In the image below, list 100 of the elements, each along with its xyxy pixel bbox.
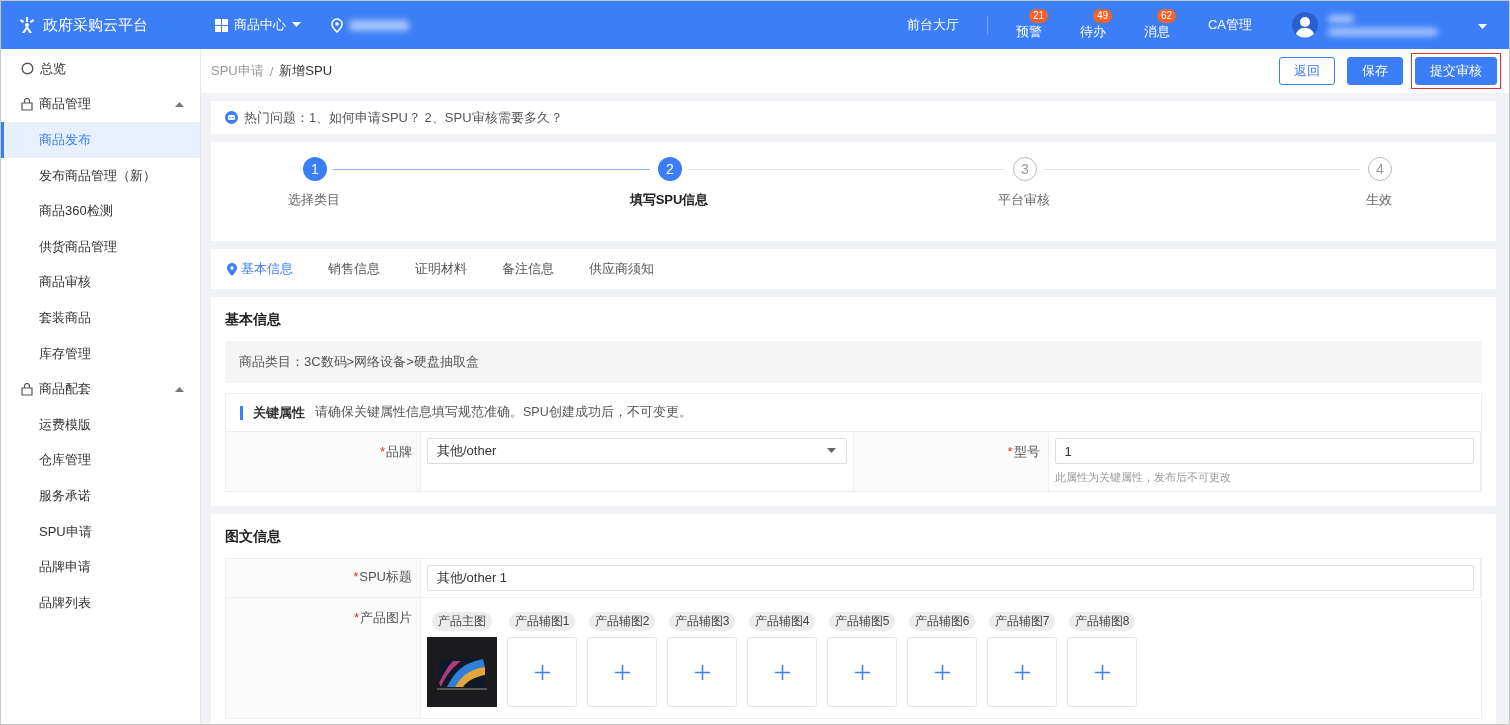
sidebar-item[interactable]: 商品发布 [1,122,200,158]
caret-up-icon [175,101,184,108]
caret-down-icon [1478,23,1487,30]
plus-icon [934,664,950,680]
upload-slot[interactable] [1067,637,1137,707]
breadcrumb-item: 新增SPU [279,62,333,80]
sidebar-item[interactable]: 品牌申请 [1,549,200,585]
nav-link[interactable]: 前台大厅 [906,16,959,34]
circle-icon [21,62,34,76]
nav-link[interactable]: CA管理 [1207,16,1252,34]
plus-icon [1094,664,1110,680]
step-number: 3 [1013,157,1037,181]
sidebar-label: 总览 [40,59,66,78]
plus-icon [1014,664,1030,680]
location-icon[interactable] [331,17,343,33]
plus-icon [534,664,550,680]
action-button[interactable]: 返回 [1279,57,1335,85]
plus-icon [854,664,870,680]
field-label: *SPU标题 [353,568,412,586]
image-slot-label: 产品辅图1 [508,612,576,631]
sidebar-item[interactable]: 商品360检测 [1,193,200,229]
sidebar-item[interactable]: 商品审核 [1,264,200,301]
notice-link[interactable]: 消息 62 [1143,9,1180,47]
plus-icon [694,664,710,680]
field-hint: 此属性为关键属性，发布后不可更改 [1054,470,1232,485]
plus-icon [614,664,630,680]
field-label: *品牌 [379,443,412,461]
key-attributes-note: 请确保关键属性信息填写规范准确。SPU创建成功后，不可变更。 [315,404,692,421]
image-slot-label: 产品辅图7 [988,612,1056,631]
upload-slot[interactable] [587,637,657,707]
category-path: 商品类目：3C数码>网络设备>硬盘抽取盒 [239,353,479,371]
step-label: 平台审核 [997,191,1051,209]
chat-icon [225,111,238,124]
upload-slot[interactable] [907,637,977,707]
step-label: 填写SPU信息 [628,191,710,209]
plus-icon [774,664,790,680]
action-button[interactable]: 提交审核 [1415,57,1497,85]
sidebar-group[interactable]: 商品管理 [1,86,200,123]
caret-down-icon [826,448,836,454]
group-label: 商品管理 [39,95,92,114]
module-menu[interactable]: 商品中心 [215,16,301,34]
upload-slot[interactable] [667,637,737,707]
sidebar-item[interactable]: 库存管理 [1,335,200,372]
brand-select[interactable]: 其他/other [427,438,847,464]
upload-slot[interactable] [827,637,897,707]
upload-slot[interactable] [507,637,577,707]
sidebar-item[interactable]: 发布商品管理（新） [1,157,200,194]
step-label: 选择类目 [287,191,341,209]
section-title: 图文信息 [225,528,282,546]
sidebar-item[interactable]: 总览 [1,51,200,87]
sidebar-item[interactable]: 套装商品 [1,300,200,336]
image-slot-label: 产品辅图2 [588,612,656,631]
section-tab[interactable]: 供应商须知 [589,260,654,278]
avatar-icon[interactable] [1292,12,1318,38]
count-badge: 49 [1092,9,1113,23]
upload-slot[interactable] [747,637,817,707]
image-slot-label: 产品辅图5 [828,612,896,631]
image-slot-label: 产品辅图8 [1068,612,1136,631]
sidebar-item[interactable]: 服务承诺 [1,478,200,514]
key-attributes-title: 关键属性 [253,403,305,422]
step-label: 生效 [1365,191,1393,209]
section-tab[interactable]: 证明材料 [415,260,467,278]
location-icon [227,262,237,276]
section-tab[interactable]: 备注信息 [502,260,554,278]
step-number: 4 [1368,157,1392,181]
sidebar-item[interactable]: 仓库管理 [1,442,200,479]
count-badge: 62 [1156,9,1177,23]
logo-icon [19,17,35,33]
step-number: 2 [658,157,682,181]
sidebar-item[interactable]: 供货商品管理 [1,228,200,265]
field-label: *型号 [1007,443,1040,461]
caret-down-icon [292,22,301,28]
image-slot-label: 产品辅图4 [748,612,816,631]
sidebar-group[interactable]: 商品配套 [1,371,200,407]
count-badge: 21 [1028,9,1049,23]
section-title: 基本信息 [225,311,282,329]
blurred-location [349,19,409,31]
image-slot-label: 产品辅图6 [908,612,976,631]
model-input[interactable]: 1 [1054,438,1474,464]
upload-slot[interactable] [987,637,1057,707]
notice-link[interactable]: 预警 21 [1015,9,1052,47]
section-tab[interactable]: 销售信息 [328,260,380,278]
action-button[interactable]: 保存 [1347,57,1403,85]
sidebar-item[interactable]: SPU申请 [1,513,200,550]
group-label: 商品配套 [39,380,92,399]
notice-link[interactable]: 待办 49 [1079,9,1116,47]
section-tab[interactable]: 基本信息 [227,260,293,278]
breadcrumb-separator: / [269,63,274,79]
hot-questions: 热门问题：1、如何申请SPU？ 2、SPU审核需要多久？ [244,108,563,127]
sidebar-item[interactable]: 品牌列表 [1,584,200,621]
platform-name: 政府采购云平台 [43,15,148,35]
step-number: 1 [303,157,327,181]
image-slot-label: 产品辅图3 [668,612,736,631]
image-slot-label: 产品主图 [432,612,492,631]
caret-up-icon [175,386,184,393]
grid-icon [215,18,228,32]
title-input[interactable]: 其他/other 1 [427,565,1474,591]
sidebar-item[interactable]: 运费模版 [1,406,200,443]
blurred-user-name [1328,14,1354,23]
field-label: *产品图片 [353,609,412,627]
